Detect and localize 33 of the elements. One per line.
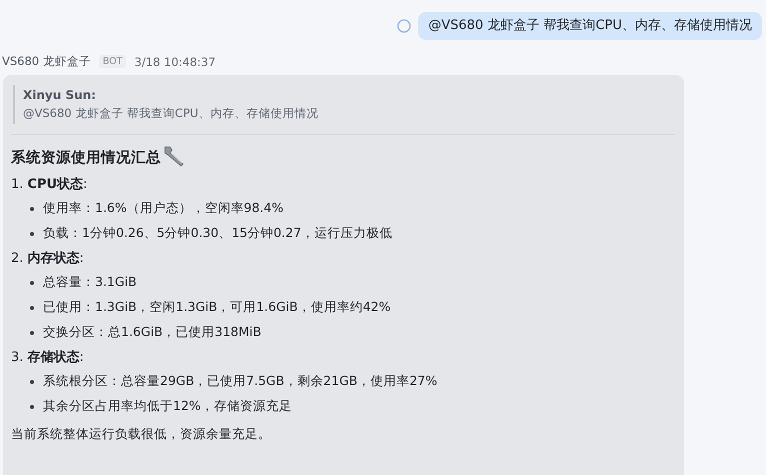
bullet-text: 其余分区占用率均低于12%，存储资源充足 [43,398,292,415]
quote-text: @VS680 龙虾盒子 帮我查询CPU、内存、存储使用情况 [23,105,320,122]
summary-title: 系统资源使用情况汇总 [11,148,161,167]
section-heading: 内存状态 [27,250,80,267]
status-circle-icon [397,19,412,33]
bot-name: VS680 龙虾盒子 [2,54,91,69]
list-number: 2. [11,250,24,266]
section-heading: CPU状态 [27,176,84,193]
summary-text: 当前系统整体运行负载很低，资源余量充足。 [11,425,272,443]
list-number: 1. [11,176,24,192]
user-message: @VS680 龙虾盒子 帮我查询CPU、内存、存储使用情况 [418,12,762,40]
bullet-text: 系统根分区：总容量29GB，已使用7.5GB，剩余21GB，使用率27% [43,373,438,390]
message-time: 3/18 10:48:37 [134,54,216,68]
bullet-text: 使用率：1.6%（用户态），空闲率98.4% [43,200,284,217]
bullet-text: 负载：1分钟0.26、5分钟0.30、15分钟0.27，运行压力极低 [43,225,392,242]
heading-colon: : [79,250,84,266]
heading-colon: : [79,350,84,364]
wrench-icon [162,145,186,167]
quote-author: Xinyu Sun: [23,87,97,104]
bullet-icon [30,330,34,334]
bot-tag: BOT [98,55,126,68]
bullet-text: 已使用：1.3GiB，空闲1.3GiB，可用1.6GiB，使用率约42% [43,299,391,316]
bullet-icon [30,206,34,210]
bullet-text: 交换分区：总1.6GiB，已使用318MiB [43,324,262,341]
heading-colon: : [83,176,88,192]
section-heading: 存储状态 [27,349,80,366]
bullet-icon [30,380,34,384]
bullet-icon [30,306,34,310]
bullet-icon [30,280,34,284]
bullet-text: 总容量：3.1GiB [43,274,137,291]
list-number: 3. [11,350,24,364]
bullet-icon [30,404,34,408]
bullet-icon [30,232,34,236]
